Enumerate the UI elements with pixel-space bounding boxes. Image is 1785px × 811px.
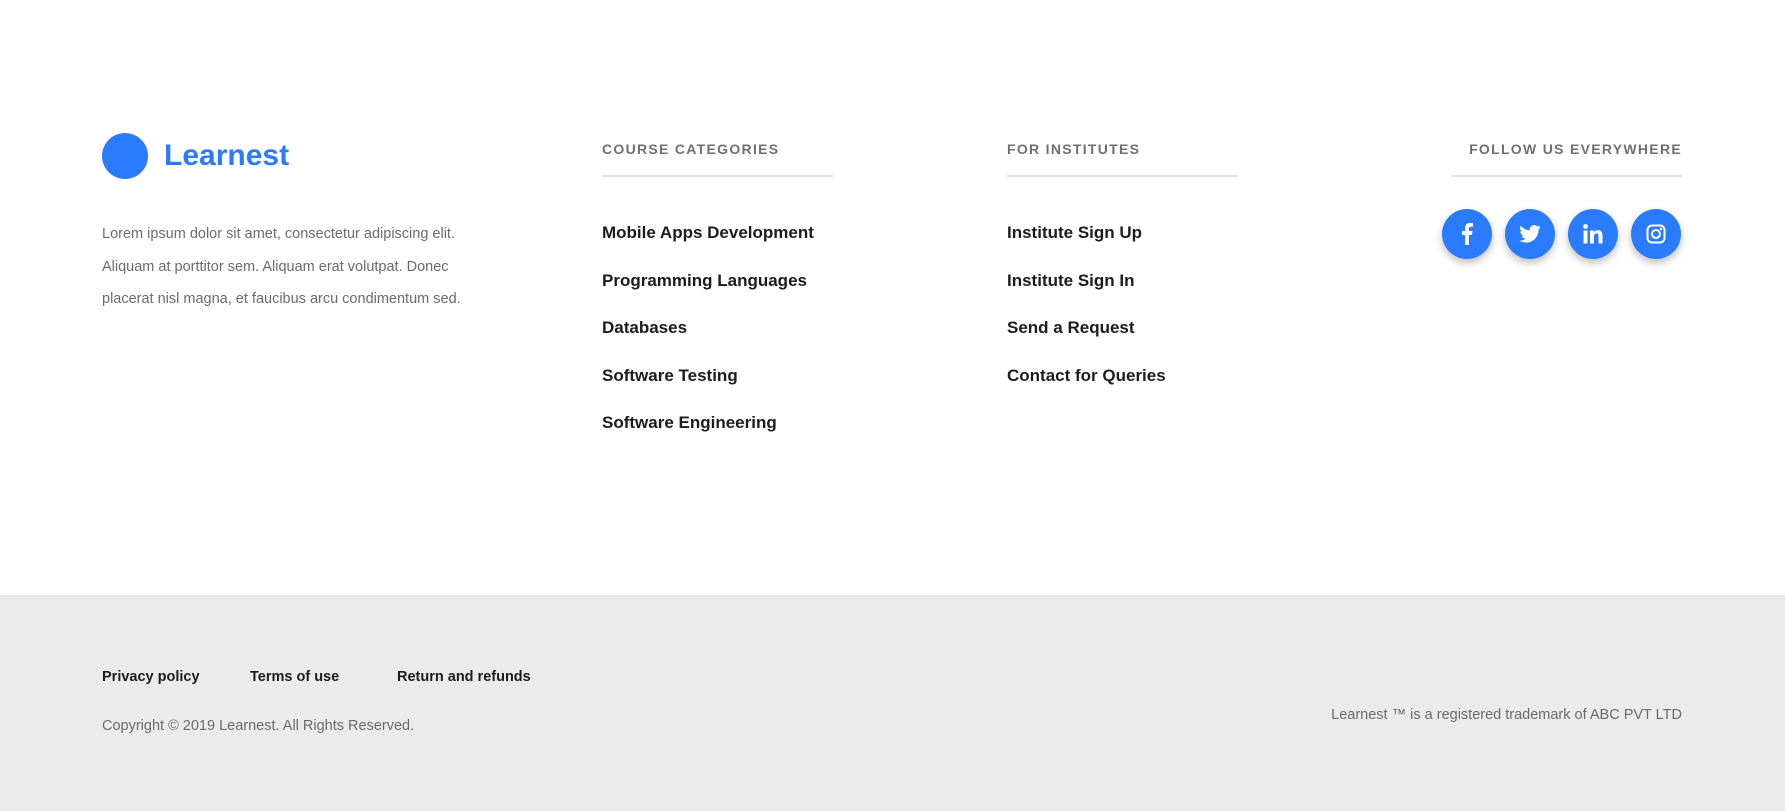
about-text: Lorem ipsum dolor sit amet, consectetur … <box>102 226 461 307</box>
course-categories-list: Mobile Apps Development Programming Lang… <box>602 218 814 456</box>
link-mobile-apps[interactable]: Mobile Apps Development <box>602 218 814 266</box>
link-software-testing[interactable]: Software Testing <box>602 361 814 409</box>
divider <box>1451 175 1682 177</box>
link-institute-sign-in[interactable]: Institute Sign In <box>1007 266 1166 314</box>
footer-bottom-bar <box>0 595 1785 811</box>
trademark-text: Learnest ™ is a registered trademark of … <box>1331 707 1682 723</box>
institutes-list: Institute Sign Up Institute Sign In Send… <box>1007 218 1166 408</box>
link-programming-languages[interactable]: Programming Languages <box>602 266 814 314</box>
privacy-policy-link[interactable]: Privacy policy <box>102 669 200 685</box>
link-databases[interactable]: Databases <box>602 313 814 361</box>
instagram-icon[interactable] <box>1631 209 1681 259</box>
terms-of-use-link[interactable]: Terms of use <box>250 669 339 685</box>
return-refunds-link[interactable]: Return and refunds <box>397 669 531 685</box>
twitter-icon[interactable] <box>1505 209 1555 259</box>
link-send-request[interactable]: Send a Request <box>1007 313 1166 361</box>
facebook-icon[interactable] <box>1442 209 1492 259</box>
linkedin-icon[interactable] <box>1568 209 1618 259</box>
course-categories-heading: COURSE CATEGORIES <box>602 141 780 157</box>
social-links <box>1442 209 1681 259</box>
link-institute-sign-up[interactable]: Institute Sign Up <box>1007 218 1166 266</box>
link-contact-queries[interactable]: Contact for Queries <box>1007 361 1166 409</box>
logo-icon <box>102 133 148 179</box>
follow-heading: FOLLOW US EVERYWHERE <box>1469 141 1682 157</box>
institutes-heading: FOR INSTITUTES <box>1007 141 1141 157</box>
link-software-engineering[interactable]: Software Engineering <box>602 408 814 456</box>
divider <box>602 175 833 177</box>
divider <box>1007 175 1238 177</box>
brand-name[interactable]: Learnest <box>164 136 289 176</box>
copyright-text: Copyright © 2019 Learnest. All Rights Re… <box>102 718 415 734</box>
